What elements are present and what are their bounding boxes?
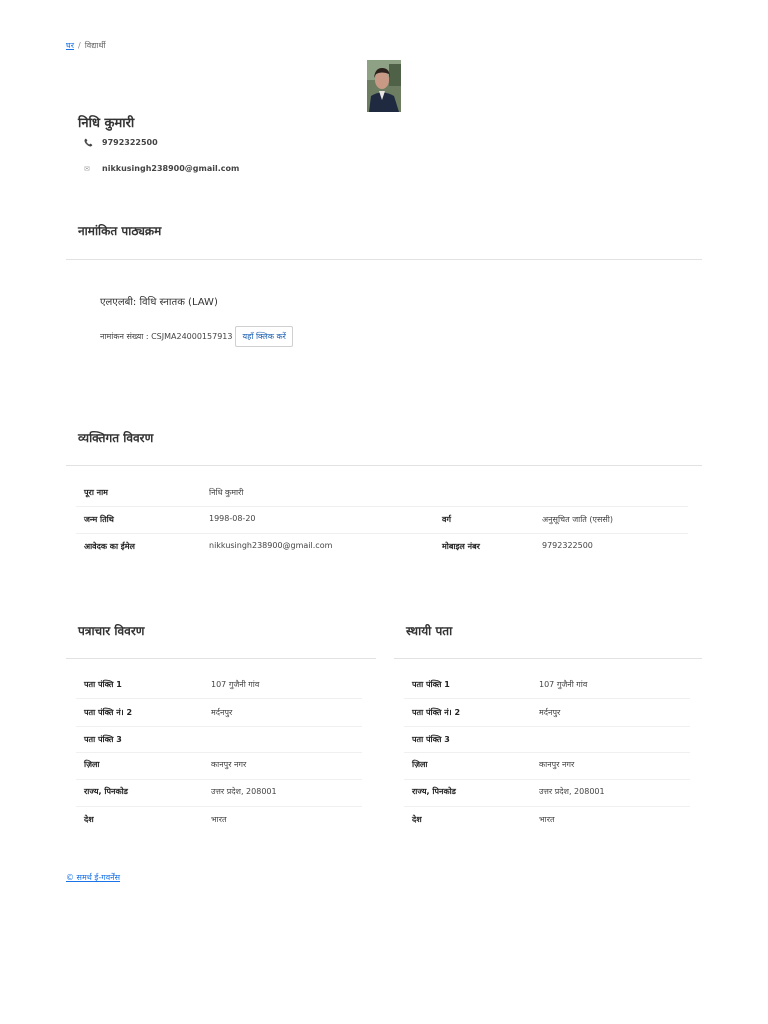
- mail-icon: ✉: [84, 164, 90, 173]
- phone-value: 9792322500: [102, 138, 158, 147]
- breadcrumb-home-link[interactable]: घर: [66, 41, 74, 50]
- email-value: nikkusingh238900@gmail.com: [102, 164, 240, 173]
- perm-line3-label: पता पंक्ति 3: [412, 735, 450, 744]
- corr-line3-label: पता पंक्ति 3: [84, 735, 122, 744]
- corr-line1-value: 107 गुजैनी गांव: [211, 680, 260, 689]
- perm-country-value: भारत: [539, 815, 555, 824]
- perm-state-value: उत्तर प्रदेश, 208001: [539, 787, 605, 796]
- enrollment-row: नामांकन संख्या : CSJMA24000157913 यहाँ क…: [100, 326, 293, 347]
- row-divider: [76, 506, 688, 507]
- student-photo: [367, 60, 401, 112]
- phone-icon: 📞: [84, 138, 93, 147]
- perm-line1-label: पता पंक्ति 1: [412, 680, 450, 689]
- row-divider: [404, 752, 690, 753]
- row-divider: [404, 698, 690, 699]
- phone-contact: 📞 9792322500: [84, 138, 158, 147]
- row-divider: [404, 806, 690, 807]
- perm-state-label: राज्य, पिनकोड: [412, 787, 456, 796]
- applicant-email-label: आवेदक का ईमेल: [84, 542, 135, 551]
- breadcrumb: घर / विद्यार्थी: [66, 40, 106, 51]
- click-here-button[interactable]: यहाँ क्लिक करें: [235, 326, 293, 347]
- divider: [394, 658, 702, 659]
- row-divider: [76, 533, 688, 534]
- perm-line2-label: पता पंक्ति नं। 2: [412, 708, 461, 717]
- personal-details-title: व्यक्तिगत विवरण: [78, 431, 154, 445]
- mobile-label: मोबाइल नंबर: [442, 542, 480, 551]
- enrolled-course-title: नामांकित पाठ्यक्रम: [78, 224, 162, 238]
- row-divider: [76, 726, 362, 727]
- breadcrumb-separator: /: [78, 41, 81, 50]
- divider: [66, 658, 376, 659]
- corr-country-value: भारत: [211, 815, 227, 824]
- corr-state-label: राज्य, पिनकोड: [84, 787, 128, 796]
- correspondence-title: पत्राचार विवरण: [78, 624, 145, 638]
- category-value: अनुसूचित जाति (एससी): [542, 515, 613, 524]
- divider: [66, 465, 702, 466]
- corr-line2-value: मर्दनपुर: [211, 708, 233, 717]
- perm-country-label: देश: [412, 815, 422, 824]
- student-name: निधि कुमारी: [78, 116, 135, 131]
- breadcrumb-current: विद्यार्थी: [84, 41, 106, 50]
- corr-state-value: उत्तर प्रदेश, 208001: [211, 787, 277, 796]
- perm-line1-value: 107 गुजैनी गांव: [539, 680, 588, 689]
- avatar: [367, 60, 401, 112]
- corr-district-value: कानपुर नगर: [211, 760, 247, 769]
- category-label: वर्ग: [442, 515, 451, 524]
- corr-country-label: देश: [84, 815, 94, 824]
- permanent-address-title: स्थायी पता: [406, 624, 453, 638]
- perm-district-value: कानपुर नगर: [539, 760, 575, 769]
- applicant-email-value: nikkusingh238900@gmail.com: [209, 541, 333, 550]
- full-name-value: निधि कुमारी: [209, 488, 244, 497]
- corr-line2-label: पता पंक्ति नं। 2: [84, 708, 133, 717]
- row-divider: [404, 779, 690, 780]
- row-divider: [404, 726, 690, 727]
- corr-line1-label: पता पंक्ति 1: [84, 680, 122, 689]
- footer-link[interactable]: © समर्थ ई-गवर्नेंस: [66, 872, 120, 883]
- enrollment-number: नामांकन संख्या : CSJMA24000157913: [100, 332, 233, 341]
- perm-line2-value: मर्दनपुर: [539, 708, 561, 717]
- perm-district-label: ज़िला: [412, 760, 428, 769]
- corr-district-label: ज़िला: [84, 760, 100, 769]
- row-divider: [76, 752, 362, 753]
- course-name: एलएलबी: विधि स्नातक (LAW): [100, 297, 218, 308]
- row-divider: [76, 806, 362, 807]
- divider: [66, 259, 702, 260]
- mobile-value: 9792322500: [542, 541, 593, 550]
- full-name-label: पूरा नाम: [84, 488, 108, 497]
- email-contact: ✉ nikkusingh238900@gmail.com: [84, 164, 239, 173]
- row-divider: [76, 779, 362, 780]
- row-divider: [76, 698, 362, 699]
- dob-label: जन्म तिथि: [84, 515, 114, 524]
- dob-value: 1998-08-20: [209, 514, 256, 523]
